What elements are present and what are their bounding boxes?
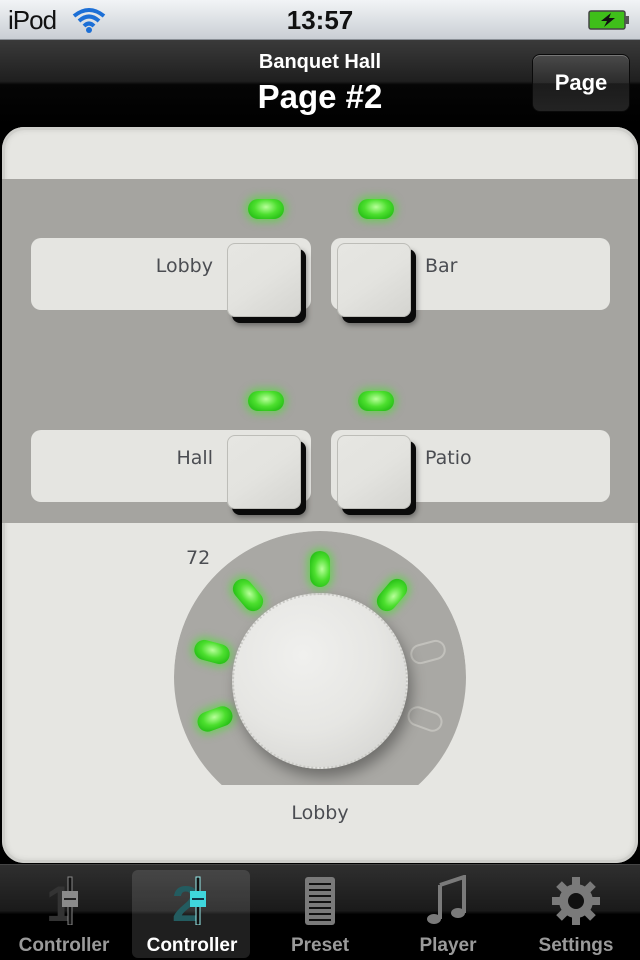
zone-label-bar: Bar [425,255,458,277]
battery-charging-icon [588,10,629,30]
gear-icon [552,877,600,925]
volume-knob-area [174,531,466,785]
zone-button-patio[interactable] [337,435,411,509]
tab-label: Controller [18,935,110,956]
zone-led-lobby [248,199,284,219]
tab-label: Settings [538,935,614,956]
zone-label-lobby: Lobby [155,255,213,277]
zone-led-hall [248,391,284,411]
volume-zone-label: Lobby [291,802,349,824]
tab-label: Player [419,935,477,956]
volume-knob[interactable] [232,593,408,769]
zone-button-hall[interactable] [227,435,301,509]
tab-label: Preset [290,935,350,956]
zone-led-patio [358,391,394,411]
music-note-icon [427,875,466,924]
controller-1-icon: 1 [46,876,78,925]
tab-settings[interactable]: Settings [512,865,640,960]
volume-value: 72 [186,547,211,569]
zone-button-lobby[interactable] [227,243,301,317]
controller-panel: Lobby Bar Hall Patio 72 Lobby [2,127,638,863]
tab-bar: 1 Controller 2 Controller Preset Player … [0,864,640,960]
tab-controller-2[interactable]: 2 Controller [128,865,256,960]
tab-player[interactable]: Player [384,865,512,960]
page-button[interactable]: Page [532,54,630,112]
nav-bar: Banquet Hall Page #2 Page [0,40,640,126]
status-bar: iPod 13:57 [0,0,640,40]
controller-2-icon: 2 [172,876,206,925]
zone-label-hall: Hall [176,447,214,469]
zone-button-bar[interactable] [337,243,411,317]
clock: 13:57 [286,5,354,35]
volume-led [310,551,330,587]
preset-list-icon [305,877,335,925]
zone-led-bar [358,199,394,219]
tab-label: Controller [146,935,238,956]
zone-label-patio: Patio [425,447,472,469]
tab-preset[interactable]: Preset [256,865,384,960]
tab-controller-1[interactable]: 1 Controller [0,865,128,960]
